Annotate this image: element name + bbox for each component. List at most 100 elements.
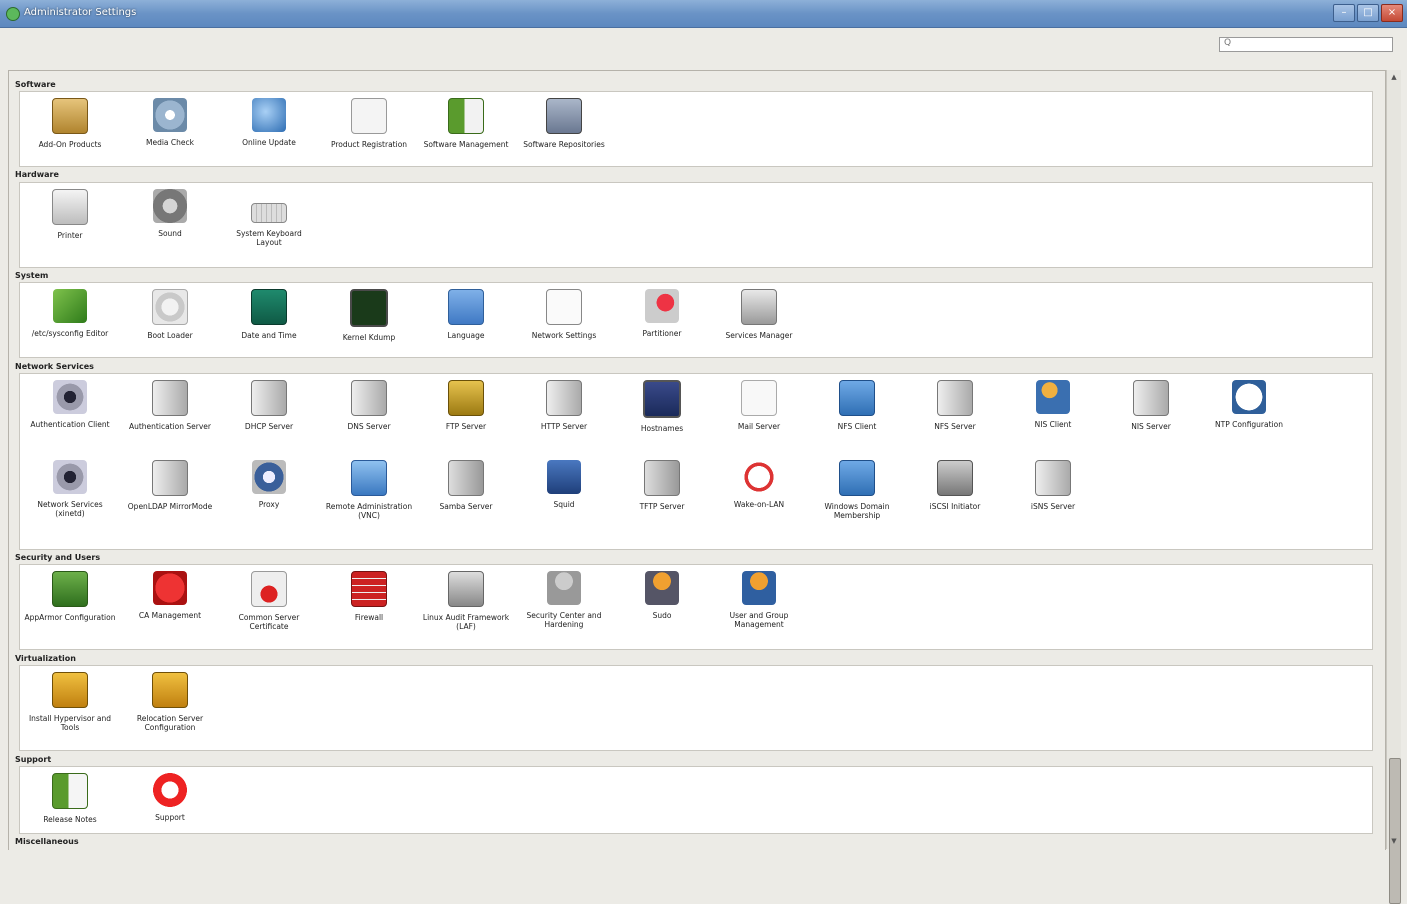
item-authentication-server[interactable]: Authentication Server [124, 380, 216, 431]
user-icon [742, 571, 776, 605]
item-nis-client[interactable]: NIS Client [1007, 380, 1099, 429]
printer-icon [52, 189, 88, 225]
section-header-hardware: Hardware [15, 170, 59, 179]
section-header-miscellaneous: Miscellaneous [15, 837, 79, 846]
item-dns-server[interactable]: DNS Server [323, 380, 415, 431]
item-user-and-group-management[interactable]: User and Group Management [713, 571, 805, 629]
audit-icon [448, 571, 484, 607]
scrollbar-thumb[interactable] [1389, 758, 1401, 904]
item-proxy[interactable]: Proxy [223, 460, 315, 509]
item-samba-server[interactable]: Samba Server [420, 460, 512, 511]
search-input[interactable]: Q [1219, 37, 1393, 52]
document-pencil-icon [351, 98, 387, 134]
network-drive-icon [937, 460, 973, 496]
network-folder-icon [839, 380, 875, 416]
item-system-keyboard-layout[interactable]: System Keyboard Layout [223, 189, 315, 247]
software-book-icon [448, 98, 484, 134]
item-install-hypervisor[interactable]: Install Hypervisor and Tools [24, 672, 116, 732]
item-iscsi-initiator[interactable]: iSCSI Initiator [909, 460, 1001, 511]
section-software: Add-On Products Media Check Online Updat… [19, 91, 1373, 167]
item-services-manager[interactable]: Services Manager [713, 289, 805, 340]
item-security-center[interactable]: Security Center and Hardening [518, 571, 610, 629]
item-kernel-kdump[interactable]: Kernel Kdump [323, 289, 415, 342]
item-date-and-time[interactable]: Date and Time [223, 289, 315, 340]
item-authentication-client[interactable]: Authentication Client [24, 380, 116, 429]
item-openldap-mirrormode[interactable]: OpenLDAP MirrorMode [124, 460, 216, 511]
item-boot-loader[interactable]: Boot Loader [124, 289, 216, 340]
users-icon [1036, 380, 1070, 414]
item-windows-domain-membership[interactable]: Windows Domain Membership [811, 460, 903, 520]
item-common-server-certificate[interactable]: Common Server Certificate [223, 571, 315, 631]
item-hostnames[interactable]: Hostnames [616, 380, 708, 433]
item-nfs-client[interactable]: NFS Client [811, 380, 903, 431]
close-button[interactable]: × [1381, 4, 1403, 22]
ftp-server-icon [448, 380, 484, 416]
item-sound[interactable]: Sound [124, 189, 216, 238]
item-software-repositories[interactable]: Software Repositories [518, 98, 610, 149]
item-remote-administration[interactable]: Remote Administration (VNC) [323, 460, 415, 520]
window-title: Administrator Settings [24, 7, 137, 18]
item-nis-server[interactable]: NIS Server [1105, 380, 1197, 431]
package-icon [52, 98, 88, 134]
item-ftp-server[interactable]: FTP Server [420, 380, 512, 431]
maximize-button[interactable]: □ [1357, 4, 1379, 22]
item-ntp-configuration[interactable]: NTP Configuration [1203, 380, 1295, 429]
item-apparmor-configuration[interactable]: AppArmor Configuration [24, 571, 116, 622]
speaker-icon [153, 189, 187, 223]
item-ca-management[interactable]: CA Management [124, 571, 216, 620]
app-icon [6, 7, 20, 21]
item-network-services-xinetd[interactable]: Network Services (xinetd) [24, 460, 116, 518]
item-sysconfig-editor[interactable]: /etc/sysconfig Editor [24, 289, 116, 338]
partition-disk-icon [645, 289, 679, 323]
item-dhcp-server[interactable]: DHCP Server [223, 380, 315, 431]
item-partitioner[interactable]: Partitioner [616, 289, 708, 338]
services-icon [741, 289, 777, 325]
item-software-management[interactable]: Software Management [420, 98, 512, 149]
server-user-icon [1133, 380, 1169, 416]
disk-repository-icon [546, 98, 582, 134]
minimize-button[interactable]: – [1333, 4, 1355, 22]
keyboard-icon [251, 203, 287, 223]
scroll-down-icon[interactable]: ▼ [1389, 836, 1399, 846]
item-release-notes[interactable]: Release Notes [24, 773, 116, 824]
item-network-settings[interactable]: Network Settings [518, 289, 610, 340]
item-firewall[interactable]: Firewall [323, 571, 415, 622]
item-media-check[interactable]: Media Check [124, 98, 216, 147]
server-globe-icon [546, 380, 582, 416]
alarm-clock-icon [742, 460, 776, 494]
release-notes-icon [52, 773, 88, 809]
item-relocation-server-configuration[interactable]: Relocation Server Configuration [124, 672, 216, 732]
server-icon [937, 380, 973, 416]
tftp-server-icon [644, 460, 680, 496]
item-linux-audit-framework[interactable]: Linux Audit Framework (LAF) [420, 571, 512, 631]
scroll-up-icon[interactable]: ▲ [1389, 72, 1399, 82]
item-language[interactable]: Language [420, 289, 512, 340]
lifebuoy-icon [153, 773, 187, 807]
item-add-on-products[interactable]: Add-On Products [24, 98, 116, 149]
item-isns-server[interactable]: iSNS Server [1007, 460, 1099, 511]
item-online-update[interactable]: Online Update [223, 98, 315, 147]
section-support: Release Notes Support [19, 766, 1373, 834]
section-header-support: Support [15, 755, 52, 764]
server-icon [152, 460, 188, 496]
item-printer[interactable]: Printer [24, 189, 116, 240]
power-icon [152, 289, 188, 325]
item-http-server[interactable]: HTTP Server [518, 380, 610, 431]
server-globe-icon [351, 380, 387, 416]
vertical-scrollbar[interactable]: ▲ ▼ [1386, 70, 1401, 904]
mail-icon [741, 380, 777, 416]
terminal-icon [350, 289, 388, 327]
section-network-services: Authentication Client Authentication Ser… [19, 373, 1373, 550]
item-support[interactable]: Support [124, 773, 216, 822]
apparmor-icon [52, 571, 88, 607]
title-bar: Administrator Settings – □ × [0, 0, 1407, 28]
item-wake-on-lan[interactable]: Wake-on-LAN [713, 460, 805, 509]
item-nfs-server[interactable]: NFS Server [909, 380, 1001, 431]
item-product-registration[interactable]: Product Registration [323, 98, 415, 149]
hypervisor-icon [52, 672, 88, 708]
item-mail-server[interactable]: Mail Server [713, 380, 805, 431]
item-sudo[interactable]: Sudo [616, 571, 708, 620]
flag-icon [448, 289, 484, 325]
item-squid[interactable]: Squid [518, 460, 610, 509]
item-tftp-server[interactable]: TFTP Server [616, 460, 708, 511]
